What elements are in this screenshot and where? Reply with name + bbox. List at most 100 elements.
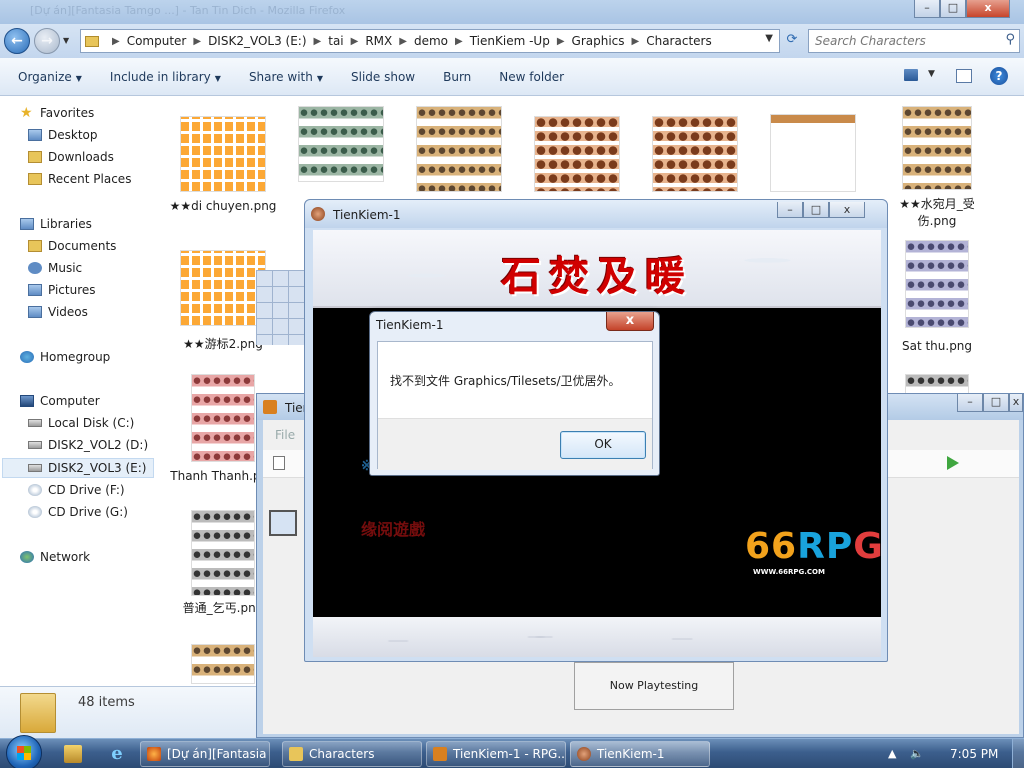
show-hidden-icons-icon[interactable]: ▲ bbox=[888, 747, 896, 760]
game-title: TienKiem-1 bbox=[333, 208, 401, 222]
file-thumbnail bbox=[905, 374, 969, 394]
folder-icon bbox=[20, 693, 56, 733]
crumb-computer[interactable]: Computer ▶ bbox=[127, 34, 208, 48]
crumb-tai[interactable]: tai ▶ bbox=[328, 34, 365, 48]
dialog-footer: OK bbox=[378, 418, 652, 470]
file-item[interactable] bbox=[522, 116, 632, 192]
crumb-graphics[interactable]: Graphics ▶ bbox=[572, 34, 647, 48]
internet-explorer-icon[interactable]: e bbox=[108, 745, 126, 763]
nav-videos[interactable]: Videos bbox=[28, 305, 88, 319]
close-button[interactable]: x bbox=[966, 0, 1010, 18]
playtest-icon[interactable] bbox=[947, 456, 959, 470]
nav-cd-g[interactable]: CD Drive (G:) bbox=[28, 505, 128, 519]
nav-pictures[interactable]: Pictures bbox=[28, 283, 96, 297]
new-file-icon[interactable] bbox=[273, 456, 285, 470]
file-item[interactable]: ★★di chuyen.png bbox=[168, 116, 278, 215]
nav-downloads[interactable]: Downloads bbox=[28, 150, 114, 164]
search-icon: ⚲ bbox=[1005, 32, 1015, 47]
file-item[interactable] bbox=[404, 106, 514, 192]
folder-icon bbox=[289, 747, 303, 761]
address-row: ← → ▼ ▶ Computer ▶ DISK2_VOL3 (E:) ▶ tai ▶ … bbox=[0, 24, 1024, 58]
nav-desktop[interactable]: Desktop bbox=[28, 128, 98, 142]
crumb-root-chevron-icon[interactable]: ▶ bbox=[105, 36, 127, 47]
maximize-button[interactable]: □ bbox=[940, 0, 966, 18]
burn-button[interactable]: Burn bbox=[443, 70, 471, 84]
task-firefox[interactable]: [Dự án][Fantasia ... bbox=[140, 741, 270, 767]
maximize-button[interactable]: □ bbox=[803, 202, 829, 218]
clock[interactable]: 7:05 PM bbox=[950, 747, 998, 761]
nav-documents[interactable]: Documents bbox=[28, 239, 116, 253]
disk-icon bbox=[28, 419, 42, 427]
firefox-icon bbox=[147, 747, 161, 761]
show-desktop-button[interactable] bbox=[1012, 739, 1024, 768]
close-button[interactable]: x bbox=[1009, 394, 1023, 412]
nav-local-disk-c[interactable]: Local Disk (C:) bbox=[28, 416, 134, 430]
include-in-library-button[interactable]: Include in library ▼ bbox=[110, 70, 221, 84]
nav-libraries[interactable]: Libraries bbox=[20, 217, 92, 231]
nav-cd-f[interactable]: CD Drive (F:) bbox=[28, 483, 125, 497]
change-view-icon[interactable] bbox=[904, 69, 918, 81]
windows-logo-icon bbox=[17, 746, 31, 760]
file-thumbnail bbox=[534, 116, 620, 192]
nav-music[interactable]: Music bbox=[28, 261, 82, 275]
music-icon bbox=[28, 262, 42, 274]
network-icon bbox=[20, 551, 34, 563]
recent-pages-chevron-icon[interactable]: ▼ bbox=[63, 36, 69, 45]
file-item[interactable] bbox=[758, 114, 868, 192]
refresh-icon[interactable]: ⟳ bbox=[782, 29, 802, 53]
ok-button[interactable]: OK bbox=[560, 431, 646, 459]
menu-file[interactable]: File bbox=[275, 428, 295, 442]
taskbar: e [Dự án][Fantasia ... Characters TienKi… bbox=[0, 735, 1024, 768]
game-icon bbox=[577, 747, 591, 761]
task-characters[interactable]: Characters bbox=[282, 741, 422, 767]
address-dropdown-icon[interactable]: ▼ bbox=[765, 33, 773, 44]
nav-recent-places[interactable]: Recent Places bbox=[28, 172, 131, 186]
forward-button[interactable]: → bbox=[34, 28, 60, 54]
task-tienkiem[interactable]: TienKiem-1 bbox=[570, 741, 710, 767]
file-item[interactable]: ★★水宛月_受伤.png bbox=[882, 106, 992, 230]
minimize-button[interactable]: – bbox=[777, 202, 803, 218]
nav-homegroup[interactable]: Homegroup bbox=[20, 350, 110, 364]
crumb-disk[interactable]: DISK2_VOL3 (E:) ▶ bbox=[208, 34, 328, 48]
file-item[interactable] bbox=[286, 106, 396, 182]
file-item[interactable]: Sat thu.png bbox=[882, 240, 992, 355]
maximize-button[interactable]: □ bbox=[983, 394, 1009, 412]
share-with-button[interactable]: Share with ▼ bbox=[249, 70, 323, 84]
file-item[interactable] bbox=[640, 116, 750, 192]
help-icon[interactable]: ? bbox=[990, 67, 1008, 85]
back-button[interactable]: ← bbox=[4, 28, 30, 54]
crumb-tienkiem[interactable]: TienKiem -Up ▶ bbox=[470, 34, 572, 48]
volume-icon[interactable]: 🔈 bbox=[910, 747, 924, 760]
file-thumbnail bbox=[902, 106, 972, 190]
minimize-button[interactable]: – bbox=[957, 394, 983, 412]
nav-computer[interactable]: Computer bbox=[20, 394, 100, 408]
task-rpgmaker[interactable]: TienKiem-1 - RPG... bbox=[426, 741, 566, 767]
start-button[interactable] bbox=[6, 735, 42, 768]
close-button[interactable]: x bbox=[829, 202, 865, 218]
new-folder-button[interactable]: New folder bbox=[499, 70, 564, 84]
crumb-demo[interactable]: demo ▶ bbox=[414, 34, 470, 48]
tileset-selector[interactable] bbox=[269, 510, 297, 536]
crumb-rmx[interactable]: RMX ▶ bbox=[365, 34, 414, 48]
view-dropdown-icon[interactable]: ▼ bbox=[928, 69, 935, 89]
address-bar[interactable]: ▶ Computer ▶ DISK2_VOL3 (E:) ▶ tai ▶ RMX ▶ d… bbox=[80, 29, 780, 53]
nav-favorites[interactable]: ★ Favorites bbox=[20, 106, 94, 120]
crumb-characters[interactable]: Characters bbox=[646, 34, 712, 48]
media-player-icon[interactable] bbox=[64, 745, 82, 763]
nav-network[interactable]: Network bbox=[20, 550, 90, 564]
videos-icon bbox=[28, 306, 42, 318]
file-thumbnail bbox=[416, 106, 502, 192]
nav-disk-e[interactable]: DISK2_VOL3 (E:) bbox=[2, 458, 154, 478]
game-banner-text: 石焚及暖 bbox=[501, 253, 693, 300]
game-subtitle: 缘阅遊戲 bbox=[361, 520, 426, 539]
file-item[interactable] bbox=[882, 374, 992, 394]
organize-button[interactable]: Organize ▼ bbox=[18, 70, 82, 84]
dialog-body: 找不到文件 Graphics/Tilesets/卫优居外。 OK bbox=[377, 341, 653, 470]
dialog-close-button[interactable]: x bbox=[606, 312, 654, 331]
nav-disk-d[interactable]: DISK2_VOL2 (D:) bbox=[28, 438, 148, 452]
preview-pane-icon[interactable] bbox=[956, 69, 972, 83]
search-input[interactable]: Search Characters ⚲ bbox=[808, 29, 1020, 53]
dialog-title: TienKiem-1 bbox=[376, 318, 444, 332]
minimize-button[interactable]: – bbox=[914, 0, 940, 18]
slide-show-button[interactable]: Slide show bbox=[351, 70, 415, 84]
